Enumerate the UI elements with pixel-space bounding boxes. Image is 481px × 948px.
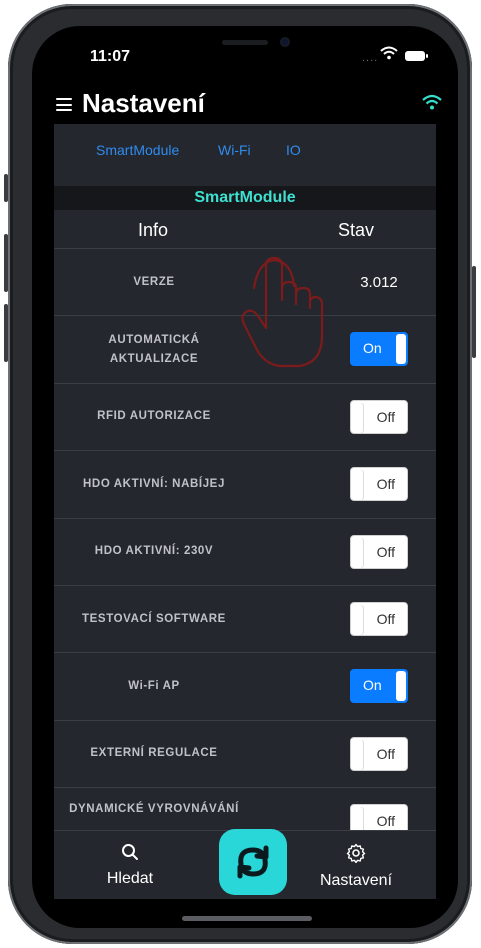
screen: 11:07 .... Nastavení SmartModule Wi-Fi I… bbox=[32, 26, 458, 928]
tab-search[interactable]: Hledat bbox=[85, 843, 175, 888]
section-header: SmartModule bbox=[54, 186, 436, 210]
setting-label: HDO AKTIVNÍ: NABÍJEJ bbox=[83, 477, 225, 490]
battery-icon bbox=[405, 51, 428, 61]
setting-row-test-software: TESTOVACÍ SOFTWARE Off bbox=[54, 584, 436, 652]
search-icon bbox=[122, 844, 138, 860]
setting-row-dynamic-balancing: DYNAMICKÉ VYROVNÁVÁNÍ Off bbox=[54, 787, 436, 830]
speaker bbox=[222, 40, 268, 45]
toggle-state: Off bbox=[376, 813, 395, 830]
setting-label: DYNAMICKÉ VYROVNÁVÁNÍ bbox=[69, 803, 239, 816]
toggle-state: Off bbox=[376, 476, 395, 493]
gear-icon bbox=[346, 843, 366, 864]
connection-wifi-icon bbox=[422, 94, 442, 110]
tab-settings[interactable]: Nastavení bbox=[306, 843, 406, 890]
column-header-info: Info bbox=[138, 220, 169, 240]
page-title: Nastavení bbox=[82, 88, 205, 118]
toggle-state: Off bbox=[376, 408, 395, 425]
settings-list: VERZE 3.012 AUTOMATICKÁ AKTUALIZACE On R… bbox=[54, 248, 436, 830]
tab-wifi[interactable]: Wi-Fi bbox=[218, 142, 251, 158]
auto-update-toggle[interactable]: On bbox=[350, 332, 408, 367]
setting-label: AUTOMATICKÁ AKTUALIZACE bbox=[108, 333, 200, 365]
status-time: 11:07 bbox=[90, 48, 131, 65]
tab-io[interactable]: IO bbox=[286, 142, 301, 158]
front-camera bbox=[280, 37, 290, 47]
setting-label: VERZE bbox=[133, 275, 175, 288]
toggle-state: On bbox=[363, 677, 382, 694]
tab-settings-label: Nastavení bbox=[319, 872, 393, 889]
tab-smartmodule[interactable]: SmartModule bbox=[96, 142, 179, 158]
setting-row-version: VERZE 3.012 bbox=[54, 248, 436, 315]
app-header: Nastavení bbox=[32, 84, 458, 124]
wifi-icon bbox=[380, 46, 398, 60]
refresh-button[interactable] bbox=[219, 829, 287, 895]
version-value: 3.012 bbox=[360, 273, 398, 291]
power-button bbox=[472, 266, 476, 358]
test-software-toggle[interactable]: Off bbox=[350, 601, 408, 636]
setting-label: Wi-Fi AP bbox=[128, 680, 180, 693]
toggle-state: Off bbox=[376, 745, 395, 762]
phone-frame: 11:07 .... Nastavení SmartModule Wi-Fi I… bbox=[4, 4, 476, 944]
notch bbox=[160, 26, 330, 58]
wifi-ap-toggle[interactable]: On bbox=[350, 669, 408, 704]
hdo-charge-toggle[interactable]: Off bbox=[350, 467, 408, 502]
tab-search-label: Hledat bbox=[106, 870, 154, 887]
setting-row-hdo-charge: HDO AKTIVNÍ: NABÍJEJ Off bbox=[54, 450, 436, 517]
signal-dots: .... bbox=[362, 52, 379, 64]
tab-bar-top: SmartModule Wi-Fi IO bbox=[54, 124, 436, 174]
setting-label: RFID AUTORIZACE bbox=[97, 410, 211, 423]
dynamic-balancing-toggle[interactable]: Off bbox=[350, 804, 408, 830]
rfid-toggle[interactable]: Off bbox=[350, 399, 408, 434]
home-indicator bbox=[182, 916, 312, 921]
hamburger-menu-icon[interactable] bbox=[56, 98, 72, 111]
setting-row-auto-update: AUTOMATICKÁ AKTUALIZACE On bbox=[54, 315, 436, 382]
settings-panel: SmartModule Wi-Fi IO SmartModule Info St… bbox=[54, 124, 436, 830]
bottom-tab-bar: Hledat Nastavení bbox=[54, 829, 436, 899]
toggle-state: On bbox=[363, 340, 382, 357]
setting-row-hdo-230v: HDO AKTIVNÍ: 230V Off bbox=[54, 517, 436, 585]
setting-label: EXTERNÍ REGULACE bbox=[90, 747, 218, 760]
setting-row-wifi-ap: Wi-Fi AP On bbox=[54, 652, 436, 719]
setting-label: HDO AKTIVNÍ: 230V bbox=[94, 545, 214, 558]
setting-label: TESTOVACÍ SOFTWARE bbox=[82, 612, 226, 625]
section-title: SmartModule bbox=[194, 189, 296, 206]
volume-up-button bbox=[4, 234, 8, 292]
external-regulation-toggle[interactable]: Off bbox=[350, 736, 408, 771]
column-header-state: Stav bbox=[338, 220, 375, 240]
mute-switch bbox=[4, 174, 8, 202]
hdo-230v-toggle[interactable]: Off bbox=[350, 534, 408, 569]
setting-row-external-regulation: EXTERNÍ REGULACE Off bbox=[54, 719, 436, 787]
setting-row-rfid: RFID AUTORIZACE Off bbox=[54, 382, 436, 450]
refresh-icon bbox=[237, 845, 269, 879]
toggle-state: Off bbox=[376, 543, 395, 560]
volume-down-button bbox=[4, 304, 8, 362]
toggle-state: Off bbox=[376, 610, 395, 627]
